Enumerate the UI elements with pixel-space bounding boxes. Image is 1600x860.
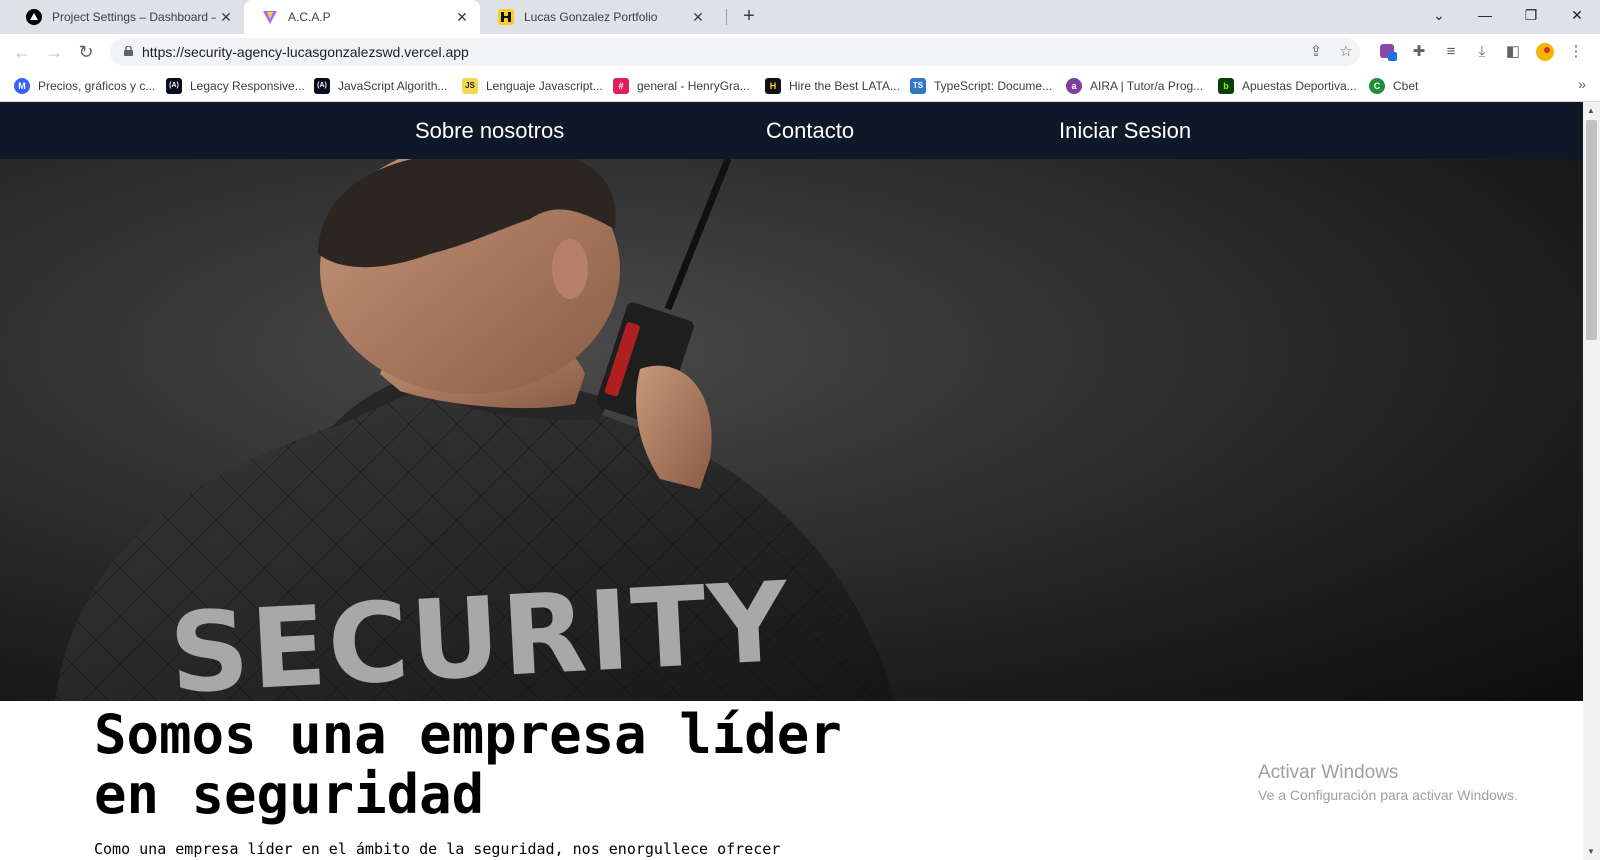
tab-title: Lucas Gonzalez Portfolio: [524, 10, 658, 24]
minimize-button[interactable]: —: [1462, 0, 1508, 30]
typescript-icon: TS: [910, 78, 926, 94]
bookmark-item[interactable]: C Cbet: [1369, 76, 1418, 96]
bet-icon: b: [1218, 78, 1234, 94]
new-tab-button[interactable]: +: [737, 5, 761, 29]
extensions-puzzle-icon[interactable]: ✚: [1409, 42, 1429, 62]
bookmark-item[interactable]: M Precios, gráficos y c...: [14, 76, 155, 96]
bookmark-label: Precios, gráficos y c...: [38, 79, 156, 93]
page-headline: Somos una empresa líder en seguridad: [94, 703, 842, 826]
page-viewport: Sobre nosotros Contacto Iniciar Sesion S…: [0, 102, 1583, 860]
intro-paragraph: Como una empresa líder en el ámbito de l…: [94, 840, 781, 858]
bookmarks-bar: M Precios, gráficos y c... (A) Legacy Re…: [0, 70, 1600, 102]
bookmark-label: JavaScript Algorith...: [338, 79, 448, 93]
bookmark-item[interactable]: TS TypeScript: Docume...: [910, 76, 1052, 96]
restore-button[interactable]: ❐: [1508, 0, 1554, 30]
scroll-down-arrow-icon[interactable]: ▼: [1587, 847, 1595, 856]
bookmark-label: Legacy Responsive...: [190, 79, 305, 93]
menu-kebab-icon[interactable]: ⋮: [1566, 42, 1586, 62]
more-bookmarks-button[interactable]: »: [1578, 76, 1586, 92]
nav-link-contact[interactable]: Contacto: [766, 118, 854, 144]
activation-title: Activar Windows: [1258, 762, 1399, 783]
slack-icon: #: [613, 78, 629, 94]
freecodecamp-icon: (A): [314, 78, 330, 94]
profile-avatar[interactable]: [1535, 42, 1555, 62]
tab-title: A.C.A.P: [288, 10, 331, 24]
bookmark-label: general - HenryGra...: [637, 79, 750, 93]
bookmark-label: Hire the Best LATA...: [789, 79, 900, 93]
henry-icon: H: [765, 78, 781, 94]
media-queue-icon[interactable]: ≡: [1441, 42, 1461, 62]
vite-logo-icon: [263, 11, 277, 24]
bookmark-label: Cbet: [1393, 79, 1419, 93]
aira-icon: a: [1066, 78, 1082, 94]
url-text: https://security-agency-lucasgonzalezswd…: [142, 44, 469, 60]
bookmark-star-icon[interactable]: ☆: [1336, 42, 1356, 62]
freecodecamp-icon: (A): [166, 78, 182, 94]
windows-activation-watermark: Activar Windows Ve a Configuración para …: [1258, 762, 1518, 803]
scrollbar-thumb[interactable]: [1586, 120, 1597, 340]
address-bar[interactable]: https://security-agency-lucasgonzalezswd…: [110, 38, 1360, 66]
security-guard-illustration: SECURITY: [0, 159, 1583, 701]
close-window-button[interactable]: ✕: [1554, 0, 1600, 30]
side-panel-icon[interactable]: ◧: [1503, 42, 1523, 62]
js-icon: JS: [462, 78, 478, 94]
vercel-triangle-icon: [26, 9, 42, 25]
bookmark-item[interactable]: a AIRA | Tutor/a Prog...: [1066, 76, 1203, 96]
tab-strip: Project Settings – Dashboard – V ✕ A.C.A…: [0, 0, 1600, 34]
tab-title: Project Settings – Dashboard – V: [52, 10, 216, 24]
close-tab-icon[interactable]: ✕: [216, 9, 236, 26]
bookmark-label: Lenguaje Javascript...: [486, 79, 603, 93]
tab-project-settings[interactable]: Project Settings – Dashboard – V ✕: [8, 0, 244, 34]
tab-search-button[interactable]: ⌄: [1416, 0, 1462, 30]
nav-link-login[interactable]: Iniciar Sesion: [1059, 118, 1191, 144]
coinmarketcap-icon: M: [14, 78, 30, 94]
bookmark-label: TypeScript: Docume...: [934, 79, 1053, 93]
forward-button[interactable]: →: [42, 40, 66, 64]
back-button[interactable]: ←: [10, 40, 34, 64]
extension-icon[interactable]: [1378, 42, 1398, 62]
close-tab-icon[interactable]: ✕: [688, 9, 708, 26]
nav-link-about[interactable]: Sobre nosotros: [415, 118, 564, 144]
bookmark-item[interactable]: JS Lenguaje Javascript...: [462, 76, 603, 96]
tab-acap[interactable]: A.C.A.P ✕: [244, 0, 480, 34]
bookmark-label: Apuestas Deportiva...: [1242, 79, 1357, 93]
bookmark-item[interactable]: (A) JavaScript Algorith...: [314, 76, 447, 96]
close-tab-icon[interactable]: ✕: [452, 9, 472, 26]
activation-subtitle: Ve a Configuración para activar Windows.: [1258, 787, 1518, 803]
browser-toolbar: ← → ↻ https://security-agency-lucasgonza…: [0, 34, 1600, 70]
lock-icon: [124, 46, 133, 56]
reload-button[interactable]: ↻: [74, 40, 98, 64]
bookmark-label: AIRA | Tutor/a Prog...: [1090, 79, 1204, 93]
hero-image: SECURITY: [0, 159, 1583, 701]
bookmark-item[interactable]: # general - HenryGra...: [613, 76, 750, 96]
page-scrollbar[interactable]: ▲ ▼: [1583, 102, 1600, 860]
tab-portfolio[interactable]: Lucas Gonzalez Portfolio ✕: [480, 0, 716, 34]
download-icon[interactable]: ⤓: [1472, 42, 1492, 62]
bookmark-item[interactable]: H Hire the Best LATA...: [765, 76, 900, 96]
scroll-up-arrow-icon[interactable]: ▲: [1587, 106, 1595, 115]
bookmark-item[interactable]: (A) Legacy Responsive...: [166, 76, 305, 96]
share-icon[interactable]: ⇪: [1306, 42, 1326, 62]
bookmark-item[interactable]: b Apuestas Deportiva...: [1218, 76, 1357, 96]
site-navbar: Sobre nosotros Contacto Iniciar Sesion: [0, 102, 1583, 159]
cbet-icon: C: [1369, 78, 1385, 94]
tab-separator: [726, 9, 727, 25]
portfolio-logo-icon: [498, 9, 514, 25]
